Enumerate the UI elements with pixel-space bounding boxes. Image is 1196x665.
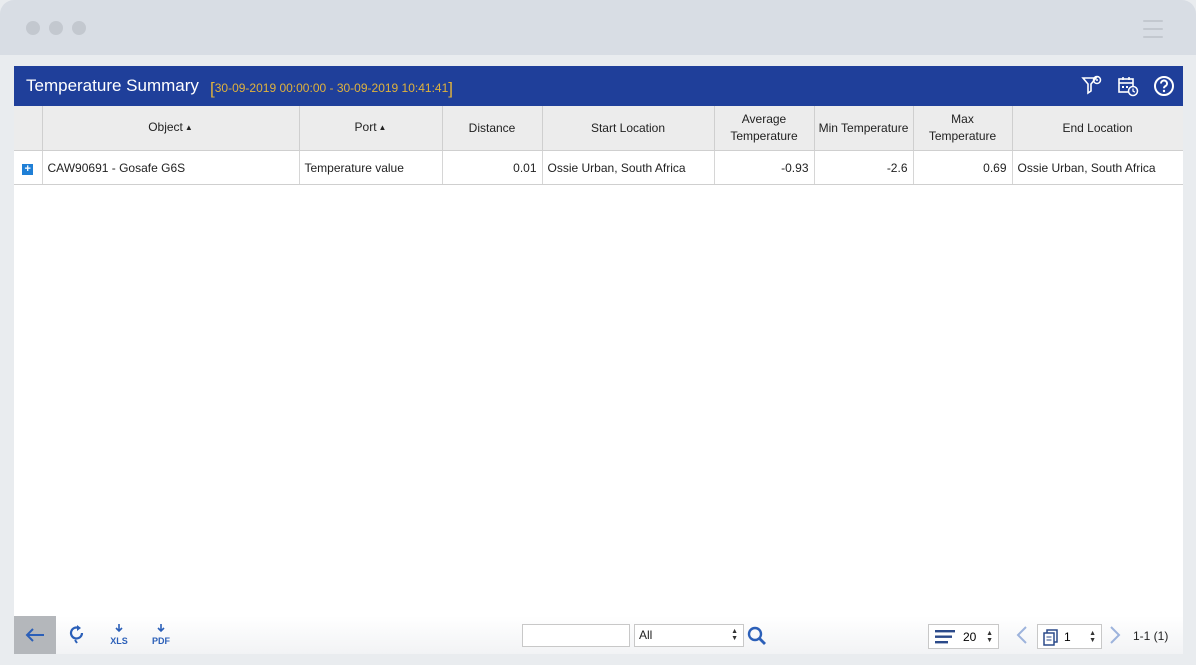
table-header-row: Object ▲ Port ▲ Distance Start Location Av… xyxy=(14,106,1183,151)
column-header-distance[interactable]: Distance xyxy=(442,106,543,151)
rows-per-page-value: 20 xyxy=(963,630,977,644)
column-header-expand xyxy=(14,106,43,151)
xls-label: XLS xyxy=(110,636,128,646)
titlebar-tools xyxy=(1081,75,1175,97)
cell-min-temperature: -2.6 xyxy=(814,150,914,185)
help-icon[interactable] xyxy=(1153,75,1175,97)
cell-distance: 0.01 xyxy=(442,150,543,185)
expand-row-icon[interactable]: + xyxy=(22,163,34,175)
cell-start-location: Ossie Urban, South Africa xyxy=(542,150,715,185)
column-header-min-temperature[interactable]: Min Temperature xyxy=(814,106,914,151)
select-arrows-icon: ▲ ▼ xyxy=(986,630,993,644)
back-arrow-icon xyxy=(25,628,44,642)
column-header-avg-temperature[interactable]: Average Temperature xyxy=(714,106,815,151)
pdf-label: PDF xyxy=(152,636,170,646)
refresh-button[interactable] xyxy=(68,624,86,646)
cell-port: Temperature value xyxy=(299,150,443,185)
refresh-icon xyxy=(69,625,84,644)
report-title: Temperature Summary xyxy=(26,76,199,95)
column-header-start-location[interactable]: Start Location xyxy=(542,106,715,151)
expand-cell: + xyxy=(14,150,43,185)
range-open-bracket: [ xyxy=(210,79,215,98)
cell-avg-temperature: -0.93 xyxy=(714,150,815,185)
summary-table: Object ▲ Port ▲ Distance Start Location Av… xyxy=(14,106,1183,185)
sort-asc-icon: ▲ xyxy=(184,123,193,132)
sort-asc-icon: ▲ xyxy=(378,123,387,132)
cell-max-temperature: 0.69 xyxy=(913,150,1013,185)
column-header-object[interactable]: Object ▲ xyxy=(42,106,300,151)
rows-list-icon xyxy=(935,630,955,644)
menu-icon[interactable] xyxy=(1143,20,1163,44)
cell-end-location: Ossie Urban, South Africa xyxy=(1012,150,1183,185)
filter-select[interactable]: All ▲ ▼ xyxy=(634,624,744,647)
next-page-icon[interactable] xyxy=(1109,626,1121,649)
select-arrows-icon: ▲ ▼ xyxy=(1089,630,1096,644)
report-panel: Temperature Summary [30-09-2019 00:00:00… xyxy=(14,66,1183,654)
pdf-download-icon xyxy=(157,624,165,633)
range-close-bracket: ] xyxy=(448,79,453,98)
window-maximize-dot[interactable] xyxy=(72,21,86,35)
page-icon xyxy=(1043,629,1058,646)
export-xls-button[interactable]: XLS xyxy=(109,624,129,646)
select-arrows-icon: ▲ ▼ xyxy=(731,628,738,642)
filter-settings-icon[interactable] xyxy=(1081,75,1103,97)
page-select[interactable]: 1 ▲ ▼ xyxy=(1037,624,1102,649)
window-close-dot[interactable] xyxy=(26,21,40,35)
prev-page-icon[interactable] xyxy=(1016,626,1028,649)
column-header-max-temperature[interactable]: Max Temperature xyxy=(913,106,1013,151)
window-chrome xyxy=(0,0,1196,55)
range-text: 30-09-2019 00:00:00 - 30-09-2019 10:41:4… xyxy=(214,81,449,95)
export-pdf-button[interactable]: PDF xyxy=(151,624,171,646)
window-minimize-dot[interactable] xyxy=(49,21,63,35)
back-button[interactable] xyxy=(14,616,56,654)
cell-object: CAW90691 - Gosafe G6S xyxy=(42,150,300,185)
column-header-port[interactable]: Port ▲ xyxy=(299,106,443,151)
table-row[interactable]: + CAW90691 - Gosafe G6S Temperature valu… xyxy=(14,150,1183,185)
calendar-clock-icon[interactable] xyxy=(1117,75,1139,97)
search-input[interactable] xyxy=(522,624,630,647)
rows-per-page-select[interactable]: 20 ▲ ▼ xyxy=(928,624,999,649)
page-count: 1-1 (1) xyxy=(1133,629,1169,643)
column-header-end-location[interactable]: End Location xyxy=(1012,106,1183,151)
report-titlebar: Temperature Summary [30-09-2019 00:00:00… xyxy=(14,66,1183,106)
page-value: 1 xyxy=(1064,630,1071,644)
search-icon[interactable] xyxy=(747,626,767,651)
window-controls xyxy=(26,21,86,35)
filter-selected-value: All xyxy=(639,628,653,642)
xls-download-icon xyxy=(115,624,123,633)
report-date-range: [30-09-2019 00:00:00 - 30-09-2019 10:41:… xyxy=(210,77,453,98)
report-footer: XLS PDF All ▲ ▼ 20 ▲ ▼ 1 ▲ ▼ 1-1 (1) xyxy=(14,616,1183,654)
